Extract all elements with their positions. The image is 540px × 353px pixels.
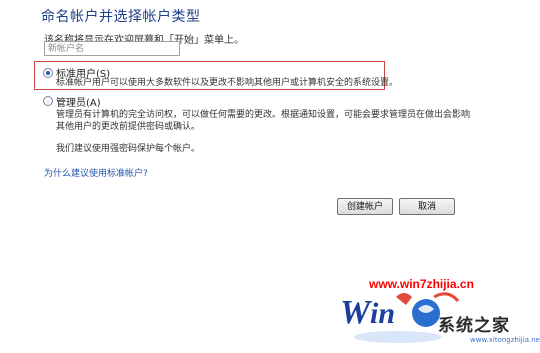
administrator-radio[interactable] xyxy=(43,96,53,106)
svg-text:in: in xyxy=(370,297,395,330)
svg-text:W: W xyxy=(340,294,373,331)
password-recommendation: 我们建议使用强密码保护每个帐户。 xyxy=(56,144,201,154)
account-name-input[interactable] xyxy=(44,41,180,56)
administrator-label[interactable]: 管理员(A) xyxy=(56,94,101,109)
standard-user-description: 标准帐户用户可以使用大多数软件以及更改不影响其他用户或计算机安全的系统设置。 xyxy=(56,78,399,88)
standard-user-radio[interactable] xyxy=(43,68,53,78)
cancel-button[interactable]: 取消 xyxy=(399,198,455,215)
watermark-brand: 系统之家 xyxy=(438,316,510,336)
why-standard-user-link[interactable]: 为什么建议使用标准帐户? xyxy=(44,166,148,179)
create-account-button[interactable]: 创建帐户 xyxy=(337,198,393,215)
administrator-description-line: 其他用户的更改前提供密码或确认。 xyxy=(56,122,201,132)
watermark-small-url: www.xitongzhijia.net xyxy=(470,336,540,344)
page-title: 命名帐户并选择帐户类型 xyxy=(41,9,201,25)
administrator-description-line: 管理员有计算机的完全访问权，可以做任何需要的更改。根据通知设置，可能会要求管理员… xyxy=(56,110,471,120)
